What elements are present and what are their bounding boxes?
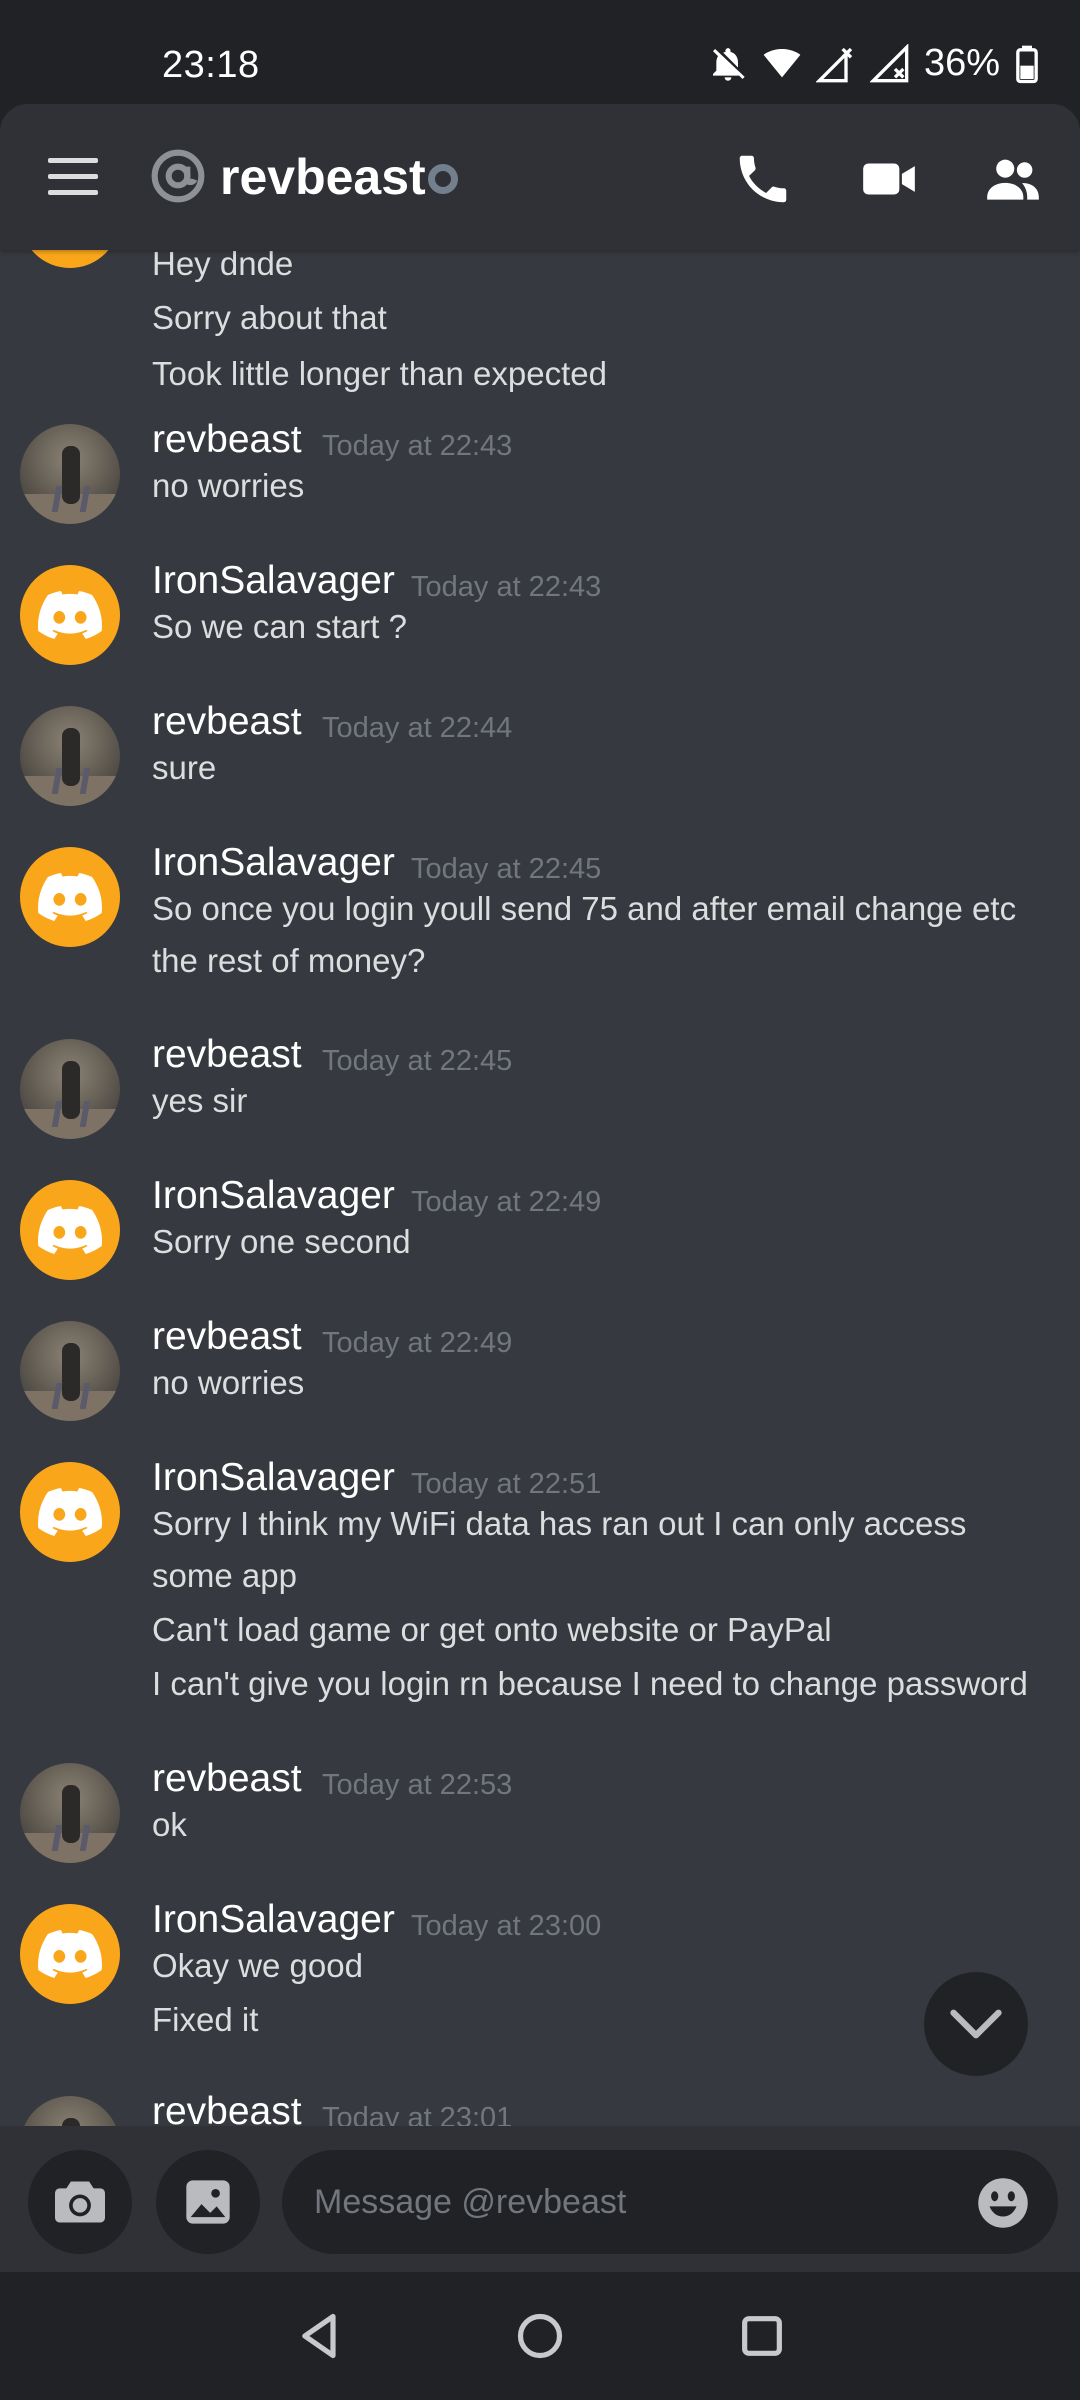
avatar[interactable] bbox=[20, 424, 120, 524]
message-text: the rest of money? bbox=[152, 942, 426, 979]
timestamp: Today at 22:49 bbox=[322, 1327, 513, 1359]
discord-logo-icon bbox=[38, 1206, 102, 1254]
avatar[interactable] bbox=[20, 706, 120, 806]
status-bar: 23:18 36% bbox=[0, 0, 1080, 104]
menu-icon[interactable] bbox=[48, 158, 98, 198]
discord-logo-icon bbox=[38, 1930, 102, 1978]
dm-title: revbeast bbox=[220, 149, 426, 205]
avatar[interactable] bbox=[20, 1763, 120, 1863]
message-text: no worries bbox=[152, 467, 305, 504]
username[interactable]: revbeast bbox=[152, 1033, 302, 1077]
message-text: some app bbox=[152, 1557, 297, 1594]
wifi-icon bbox=[763, 48, 801, 77]
username[interactable]: revbeast bbox=[152, 1757, 302, 1801]
username[interactable]: revbeast bbox=[152, 418, 302, 462]
at-sign-icon bbox=[151, 149, 205, 203]
emoji-icon[interactable] bbox=[976, 2176, 1030, 2230]
avatar[interactable] bbox=[20, 1462, 120, 1562]
recents-nav-icon[interactable] bbox=[736, 2310, 788, 2362]
message-input[interactable] bbox=[314, 2182, 914, 2222]
message-text: Hey dnde bbox=[152, 250, 294, 282]
timestamp: Today at 22:53 bbox=[322, 1769, 513, 1801]
camera-icon bbox=[55, 2181, 105, 2223]
message-text: Fixed it bbox=[152, 2001, 259, 2038]
username[interactable]: IronSalavager bbox=[152, 559, 395, 603]
message-text: Sorry about that bbox=[152, 299, 387, 336]
message-composer bbox=[0, 2126, 1080, 2272]
avatar[interactable] bbox=[20, 2096, 120, 2126]
avatar[interactable] bbox=[20, 565, 120, 665]
message-text: So once you login youll send 75 and afte… bbox=[152, 890, 1017, 927]
username[interactable]: revbeast bbox=[152, 1315, 302, 1359]
system-nav-bar bbox=[0, 2272, 1080, 2400]
phone-call-icon[interactable] bbox=[732, 148, 794, 210]
timestamp: Today at 22:51 bbox=[411, 1468, 602, 1500]
avatar[interactable] bbox=[20, 250, 120, 268]
message-text: Okay we good bbox=[152, 1947, 363, 1984]
message-text: Took little longer than expected bbox=[152, 355, 607, 392]
message-text: I can't give you login rn because I need… bbox=[152, 1665, 1028, 1702]
image-icon bbox=[186, 2180, 230, 2224]
offline-status-icon bbox=[428, 164, 458, 194]
avatar[interactable] bbox=[20, 847, 120, 947]
username[interactable]: IronSalavager bbox=[152, 1456, 395, 1500]
dm-header: revbeast bbox=[0, 104, 1080, 250]
message-text: So we can start ? bbox=[152, 608, 407, 645]
jump-to-present-button[interactable] bbox=[924, 1972, 1028, 2076]
timestamp: Today at 22:45 bbox=[322, 1045, 513, 1077]
video-call-icon[interactable] bbox=[858, 148, 920, 210]
username[interactable]: IronSalavager bbox=[152, 1898, 395, 1942]
message-input-container[interactable] bbox=[282, 2150, 1058, 2254]
camera-button[interactable] bbox=[28, 2150, 132, 2254]
message-text: Sorry one second bbox=[152, 1223, 411, 1260]
message-text: sure bbox=[152, 749, 217, 786]
dnd-bell-off-icon bbox=[712, 47, 745, 81]
status-time: 23:18 bbox=[162, 44, 260, 86]
timestamp: Today at 23:00 bbox=[411, 1910, 602, 1942]
back-nav-icon[interactable] bbox=[294, 2310, 346, 2362]
home-nav-icon[interactable] bbox=[514, 2310, 566, 2362]
timestamp: Today at 22:43 bbox=[322, 430, 513, 462]
avatar[interactable] bbox=[20, 1904, 120, 2004]
app-window: revbeast Hey dnde Sorry about that Took … bbox=[0, 104, 1080, 2272]
status-icons: 36% bbox=[708, 42, 1040, 85]
timestamp: Today at 22:43 bbox=[411, 571, 602, 603]
battery-icon bbox=[1016, 45, 1038, 83]
message-text: no worries bbox=[152, 1364, 305, 1401]
signal-x-icon bbox=[815, 47, 853, 82]
avatar[interactable] bbox=[20, 1180, 120, 1280]
discord-logo-icon bbox=[38, 1488, 102, 1536]
timestamp: Today at 23:01 bbox=[322, 2102, 513, 2126]
timestamp: Today at 22:45 bbox=[411, 853, 602, 885]
username[interactable]: revbeast bbox=[152, 2090, 302, 2126]
signal-x-icon-2 bbox=[869, 43, 909, 82]
chevron-down-icon bbox=[950, 2009, 1002, 2039]
username[interactable]: IronSalavager bbox=[152, 841, 395, 885]
avatar[interactable] bbox=[20, 1039, 120, 1139]
message-list[interactable]: Hey dnde Sorry about that Took little lo… bbox=[0, 250, 1080, 2126]
battery-percent: 36% bbox=[923, 42, 1000, 84]
message-text: ok bbox=[152, 1806, 187, 1843]
members-icon[interactable] bbox=[982, 148, 1044, 210]
avatar[interactable] bbox=[20, 1321, 120, 1421]
username[interactable]: IronSalavager bbox=[152, 1174, 395, 1218]
timestamp: Today at 22:44 bbox=[322, 712, 513, 744]
message-text: yes sir bbox=[152, 1082, 248, 1119]
username[interactable]: revbeast bbox=[152, 700, 302, 744]
gallery-button[interactable] bbox=[156, 2150, 260, 2254]
message-text: Sorry I think my WiFi data has ran out I… bbox=[152, 1505, 967, 1542]
discord-logo-icon bbox=[38, 873, 102, 921]
message-text: Can't load game or get onto website or P… bbox=[152, 1611, 832, 1648]
timestamp: Today at 22:49 bbox=[411, 1186, 602, 1218]
discord-logo-icon bbox=[38, 591, 102, 639]
